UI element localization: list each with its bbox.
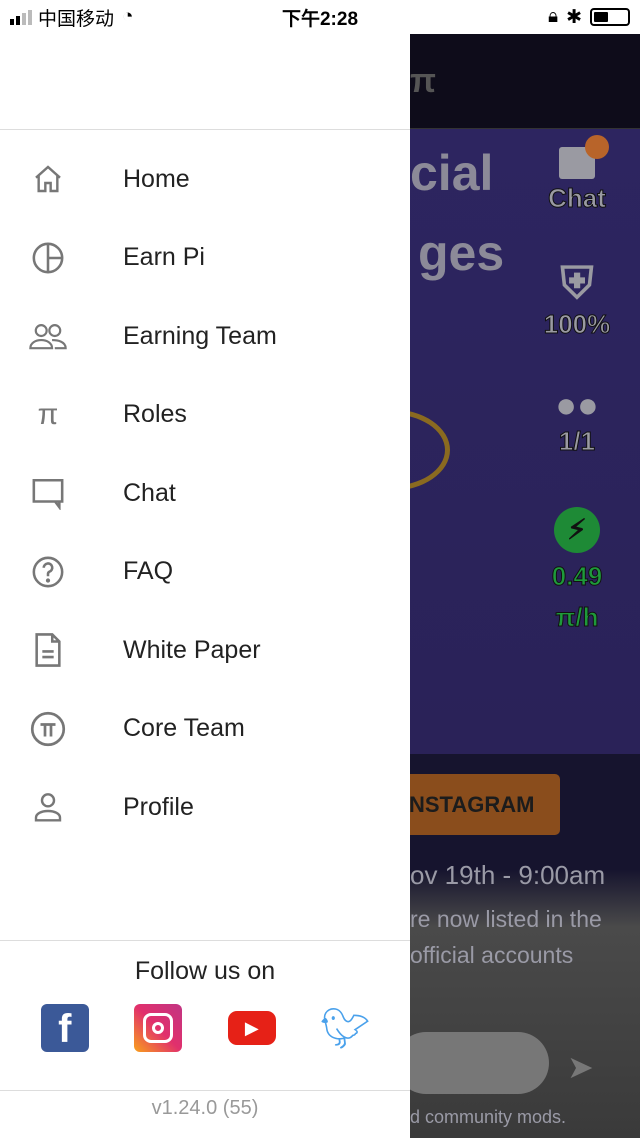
hero-title-line: ges <box>418 225 505 281</box>
team-value: 1/1 <box>558 426 596 457</box>
wifi-icon: ◔ <box>122 6 134 27</box>
menu-item-chat[interactable]: Chat <box>0 454 410 533</box>
shield-icon: ⛨ <box>560 259 594 308</box>
twitter-icon[interactable]: 🐦︎ <box>320 1004 371 1052</box>
question-icon <box>28 552 68 592</box>
drawer-header <box>0 34 410 130</box>
menu-item-home[interactable]: Home <box>0 140 410 219</box>
announcement-line: re now listed in the <box>410 906 602 932</box>
carrier: 中国移动 <box>38 8 115 30</box>
status-bar: 中国移动 ◔ 下午2:28 🔒︎ ✱ <box>0 0 640 34</box>
mining-rate-stat[interactable]: ⚡︎ 0.49 π/h <box>530 507 624 633</box>
home-icon <box>28 159 68 199</box>
pi-icon: π <box>37 397 59 431</box>
mining-rate-value: 0.49 <box>551 561 603 592</box>
instagram-icon[interactable] <box>134 1004 183 1052</box>
menu-item-core-team[interactable]: Core Team <box>0 690 410 769</box>
person-icon <box>28 787 68 827</box>
chat-icon <box>28 473 68 513</box>
menu-item-earning-team[interactable]: Earning Team <box>0 297 410 376</box>
menu-item-white-paper[interactable]: White Paper <box>0 611 410 690</box>
event-date: ov 19th - 9:00am <box>410 860 606 890</box>
menu-item-label: Core Team <box>123 714 245 743</box>
rotation-lock-icon: 🔒︎ <box>547 6 559 27</box>
lightning-icon: ⚡︎ <box>554 507 600 553</box>
menu-item-label: White Paper <box>123 635 261 664</box>
security-value: 100% <box>543 309 611 340</box>
menu-item-label: Home <box>123 164 190 193</box>
footer-text: d community mods. <box>410 1107 567 1127</box>
facebook-icon[interactable]: f <box>40 1004 89 1052</box>
battery-icon <box>590 8 630 26</box>
menu-item-earn-pi[interactable]: Earn Pi <box>0 219 410 298</box>
chat-label: Chat <box>548 183 607 214</box>
chat-input[interactable] <box>395 1032 549 1094</box>
social-section: Follow us on f ▶ 🐦︎ <box>0 940 410 1052</box>
menu-item-label: Roles <box>123 400 187 429</box>
mining-rate-unit: π/h <box>555 602 599 633</box>
drawer-menu: Home Earn Pi Earning Team π Roles Chat FA… <box>0 130 410 847</box>
team-stat[interactable]: ●● 1/1 <box>530 384 624 457</box>
menu-item-label: Chat <box>123 478 176 507</box>
follow-label: Follow us on <box>134 957 276 985</box>
bluetooth-icon: ✱ <box>566 6 582 28</box>
menu-item-faq[interactable]: FAQ <box>0 533 410 612</box>
pi-circle-icon <box>28 709 68 749</box>
menu-item-label: Earning Team <box>123 321 277 350</box>
announcement-line: official accounts <box>410 942 574 968</box>
instagram-button[interactable]: NSTAGRAM <box>395 774 560 835</box>
pie-chart-icon <box>28 238 68 278</box>
team-icon <box>28 316 68 356</box>
send-icon[interactable]: ➤ <box>567 1048 594 1086</box>
menu-item-label: FAQ <box>123 557 174 586</box>
menu-item-profile[interactable]: Profile <box>0 768 410 847</box>
document-icon <box>28 630 68 670</box>
menu-item-label: Profile <box>123 792 194 821</box>
chat-stat[interactable]: Chat <box>530 135 624 214</box>
youtube-icon[interactable]: ▶ <box>227 1011 276 1045</box>
menu-item-label: Earn Pi <box>123 243 205 272</box>
signal-icon <box>10 9 32 25</box>
header-logo: π <box>410 62 437 100</box>
hero-title-line: cial <box>410 145 494 201</box>
navigation-drawer: Home Earn Pi Earning Team π Roles Chat FA… <box>0 34 410 1138</box>
security-stat[interactable]: ⛨ 100% <box>530 259 624 340</box>
menu-item-roles[interactable]: π Roles <box>0 376 410 455</box>
notification-dot <box>585 135 609 159</box>
team-icon: ●● <box>555 384 599 425</box>
chat-icon <box>559 135 609 179</box>
app-version: v1.24.0 (55) <box>0 1090 410 1138</box>
